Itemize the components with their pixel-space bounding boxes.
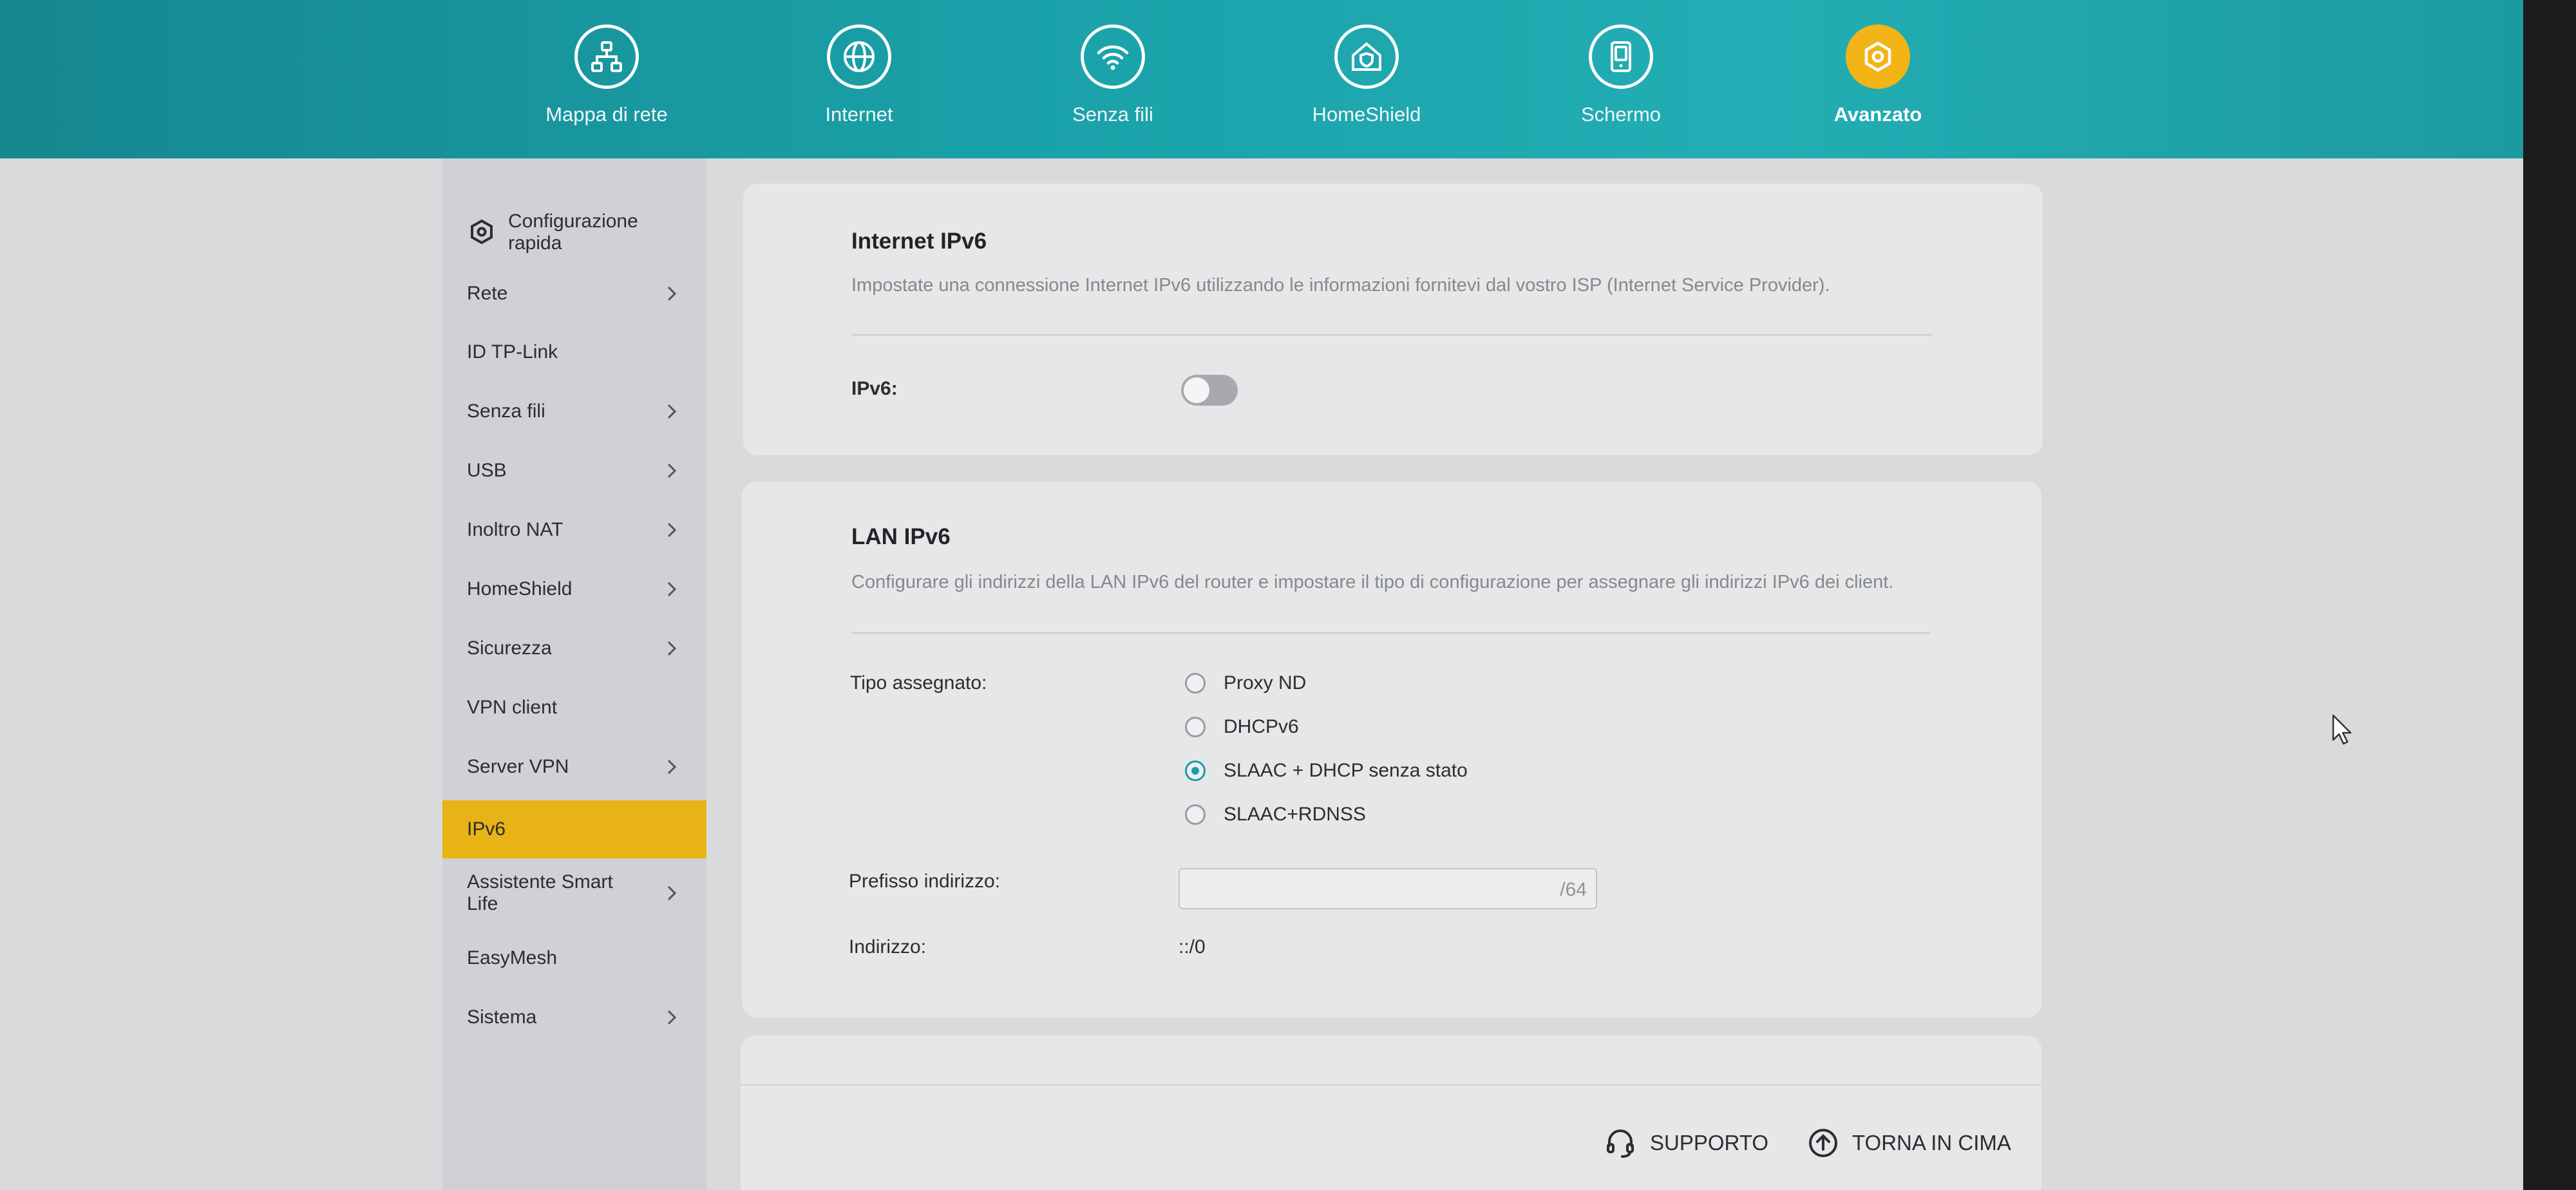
quick-setup-gear-icon <box>471 219 493 245</box>
divider <box>741 1084 2041 1086</box>
nav-wireless-label: Senza fili <box>1072 103 1153 126</box>
sidebar-item-usb[interactable]: USB <box>442 442 706 500</box>
nav-homeshield[interactable]: HomeShield <box>1270 24 1463 147</box>
support-label: SUPPORTO <box>1650 1131 1768 1155</box>
sidebar-quick-setup[interactable]: Configurazione rapida <box>442 197 706 268</box>
globe-icon <box>827 24 891 89</box>
prefix-label: Prefisso indirizzo: <box>849 871 1001 892</box>
sidebar-item-wireless[interactable]: Senza fili <box>442 382 706 440</box>
chevron-right-icon <box>667 286 677 301</box>
sidebar-item-label: Inoltro NAT <box>467 519 564 540</box>
sidebar-item-nat-forwarding[interactable]: Inoltro NAT <box>442 501 706 559</box>
sidebar-item-label: Assistente Smart Life <box>467 871 613 914</box>
nav-wireless[interactable]: Senza fili <box>1016 24 1209 147</box>
radio-label: SLAAC+RDNSS <box>1224 804 1366 825</box>
wifi-icon <box>1081 24 1145 89</box>
mouse-cursor-icon <box>2332 714 2352 745</box>
internet-ipv6-card: Internet IPv6 Impostate una connessione … <box>743 184 2043 455</box>
sidebar-item-easymesh[interactable]: EasyMesh <box>442 929 706 987</box>
nav-screen[interactable]: Schermo <box>1524 24 1718 147</box>
prefix-suffix: /64 <box>1560 879 1587 900</box>
arrow-up-circle-icon <box>1809 1129 1837 1157</box>
internet-ipv6-title: Internet IPv6 <box>851 229 987 254</box>
gear-icon <box>1846 24 1910 89</box>
sidebar-item-tplink-id[interactable]: ID TP-Link <box>442 323 706 381</box>
address-value: ::/0 <box>1179 936 1206 958</box>
lan-ipv6-card: LAN IPv6 Configurare gli indirizzi della… <box>742 482 2041 1017</box>
radio-slaac-dhcp[interactable]: SLAAC + DHCP senza stato <box>1185 760 1468 782</box>
sidebar-item-rete[interactable]: Rete <box>442 265 706 323</box>
support-link[interactable]: SUPPORTO <box>1604 1126 1768 1160</box>
sidebar-item-label: Rete <box>467 283 508 304</box>
sidebar-item-label: Sistema <box>467 1006 537 1028</box>
top-navigation-bar: Mappa di rete Internet Senza fili HomeSh… <box>0 0 2523 158</box>
chevron-right-icon <box>667 581 677 597</box>
sidebar-item-label: VPN client <box>467 697 558 718</box>
next-section-card <box>741 1035 2041 1190</box>
footer-links: SUPPORTO TORNA IN CIMA <box>1604 1124 2050 1162</box>
toggle-knob <box>1184 377 1209 403</box>
ipv6-toggle-switch[interactable] <box>1181 375 1238 406</box>
prefix-input[interactable]: /64 <box>1179 868 1597 909</box>
sidebar-item-label: Server VPN <box>467 756 569 777</box>
sidebar-item-smart-life[interactable]: Assistente Smart Life <box>442 859 706 927</box>
sidebar-item-label: Senza fili <box>467 401 545 422</box>
chevron-right-icon <box>667 885 677 901</box>
divider <box>851 334 1932 335</box>
chevron-right-icon <box>667 404 677 419</box>
sidebar-item-label: Sicurezza <box>467 638 552 659</box>
sidebar-item-vpn-client[interactable]: VPN client <box>442 679 706 737</box>
radio-label: DHCPv6 <box>1224 716 1299 737</box>
chevron-right-icon <box>667 759 677 775</box>
nav-screen-label: Schermo <box>1580 103 1662 126</box>
radio-label: Proxy ND <box>1224 672 1307 694</box>
sidebar-item-label: IPv6 <box>467 818 506 840</box>
radio-button[interactable] <box>1185 717 1206 737</box>
nav-homeshield-label: HomeShield <box>1312 103 1421 126</box>
nav-internet-label: Internet <box>825 103 893 126</box>
chevron-right-icon <box>667 1010 677 1025</box>
nav-network-map[interactable]: Mappa di rete <box>510 24 703 147</box>
headset-icon <box>1607 1129 1634 1158</box>
sidebar-quick-setup-label: Configurazione rapida <box>508 211 638 254</box>
lan-ipv6-title: LAN IPv6 <box>851 524 951 549</box>
sidebar-item-label: ID TP-Link <box>467 341 558 363</box>
chevron-right-icon <box>667 641 677 656</box>
back-to-top-label: TORNA IN CIMA <box>1852 1131 2011 1155</box>
nav-advanced[interactable]: Avanzato <box>1781 24 1975 147</box>
ipv6-toggle-label: IPv6: <box>851 378 898 399</box>
nav-advanced-label: Avanzato <box>1833 103 1922 126</box>
lan-ipv6-description: Configurare gli indirizzi della LAN IPv6… <box>851 572 1894 592</box>
sidebar-item-system[interactable]: Sistema <box>442 988 706 1046</box>
sidebar-menu: Configurazione rapida Rete ID TP-Link Se… <box>442 158 706 1190</box>
sidebar-item-homeshield[interactable]: HomeShield <box>442 560 706 618</box>
router-admin-screen: Mappa di rete Internet Senza fili HomeSh… <box>0 0 2523 1190</box>
sidebar-item-vpn-server[interactable]: Server VPN <box>442 738 706 796</box>
divider <box>851 632 1931 634</box>
assign-type-label: Tipo assegnato: <box>850 672 987 694</box>
sidebar-item-ipv6[interactable]: IPv6 <box>442 800 706 858</box>
network-map-icon <box>574 24 639 89</box>
radio-dhcpv6[interactable]: DHCPv6 <box>1185 716 1299 738</box>
address-label: Indirizzo: <box>849 936 927 958</box>
sidebar-item-security[interactable]: Sicurezza <box>442 619 706 677</box>
screen-device-icon <box>1589 24 1653 89</box>
sidebar-item-label: HomeShield <box>467 578 573 600</box>
chevron-right-icon <box>667 463 677 478</box>
nav-internet[interactable]: Internet <box>762 24 956 147</box>
radio-slaac-rdnss[interactable]: SLAAC+RDNSS <box>1185 804 1366 826</box>
radio-button[interactable] <box>1185 804 1206 825</box>
sidebar-item-label: USB <box>467 460 507 481</box>
internet-ipv6-description: Impostate una connessione Internet IPv6 … <box>851 275 1830 296</box>
radio-proxy-nd[interactable]: Proxy ND <box>1185 672 1306 694</box>
radio-button[interactable] <box>1185 673 1206 694</box>
sidebar-item-label: EasyMesh <box>467 947 558 968</box>
nav-network-map-label: Mappa di rete <box>545 103 668 126</box>
chevron-right-icon <box>667 522 677 538</box>
home-shield-icon <box>1334 24 1399 89</box>
back-to-top-link[interactable]: TORNA IN CIMA <box>1807 1127 2011 1159</box>
radio-button-checked[interactable] <box>1185 760 1206 781</box>
radio-label: SLAAC + DHCP senza stato <box>1224 760 1468 781</box>
